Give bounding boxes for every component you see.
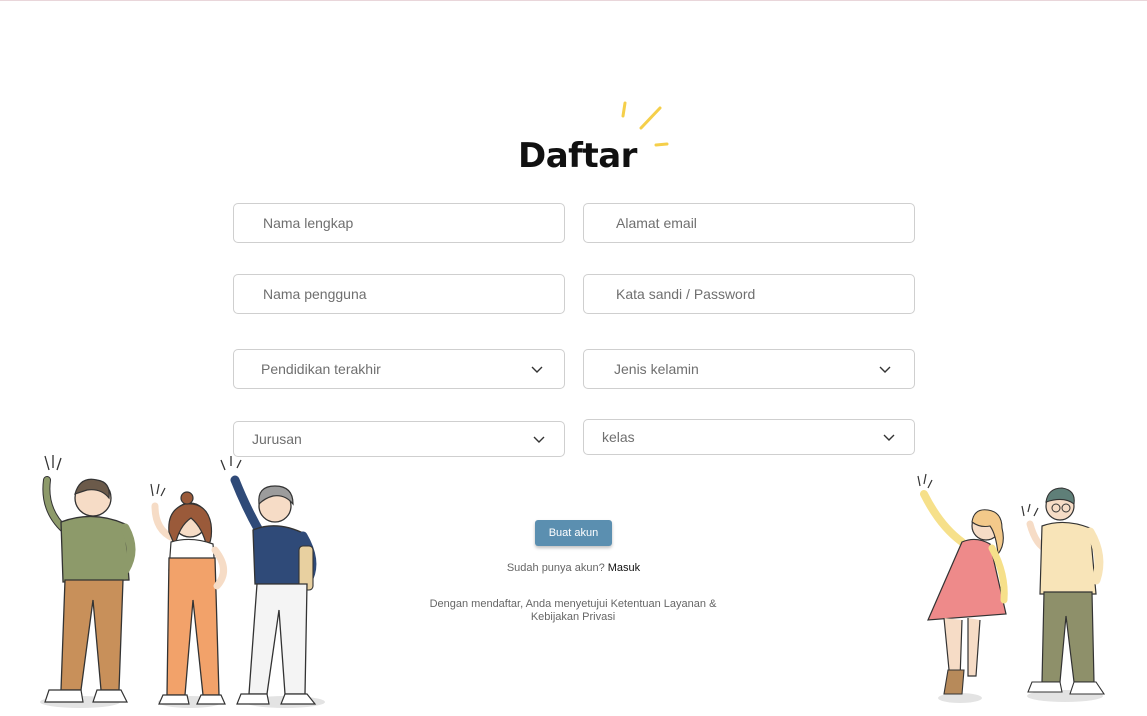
students-illustration-left: [40, 455, 325, 708]
email-input[interactable]: [614, 204, 914, 242]
chevron-down-icon: [533, 436, 545, 443]
gender-select[interactable]: Jenis kelamin: [583, 349, 915, 389]
students-illustration-right: [917, 473, 1106, 703]
password-input[interactable]: [614, 275, 914, 313]
class-select-label: kelas: [602, 429, 635, 445]
major-select-label: Jurusan: [252, 431, 302, 447]
email-field[interactable]: [583, 203, 915, 243]
username-input[interactable]: [261, 275, 564, 313]
password-field[interactable]: [583, 274, 915, 314]
terms-text: Dengan mendaftar, Anda menyetujui Ketent…: [429, 598, 717, 623]
education-select-label: Pendidikan terakhir: [261, 361, 381, 377]
full-name-field[interactable]: [233, 203, 565, 243]
chevron-down-icon: [883, 434, 895, 441]
top-divider: [0, 0, 1147, 1]
chevron-down-icon: [879, 366, 891, 373]
create-account-button[interactable]: Buat akun: [535, 520, 612, 546]
education-select[interactable]: Pendidikan terakhir: [233, 349, 565, 389]
gender-select-label: Jenis kelamin: [614, 361, 699, 377]
class-select[interactable]: kelas: [583, 419, 915, 455]
full-name-input[interactable]: [261, 204, 564, 242]
username-field[interactable]: [233, 274, 565, 314]
login-link[interactable]: Masuk: [608, 562, 640, 574]
page-title: Daftar: [518, 136, 637, 176]
chevron-down-icon: [531, 366, 543, 373]
login-prompt-text: Sudah punya akun?: [506, 562, 605, 574]
